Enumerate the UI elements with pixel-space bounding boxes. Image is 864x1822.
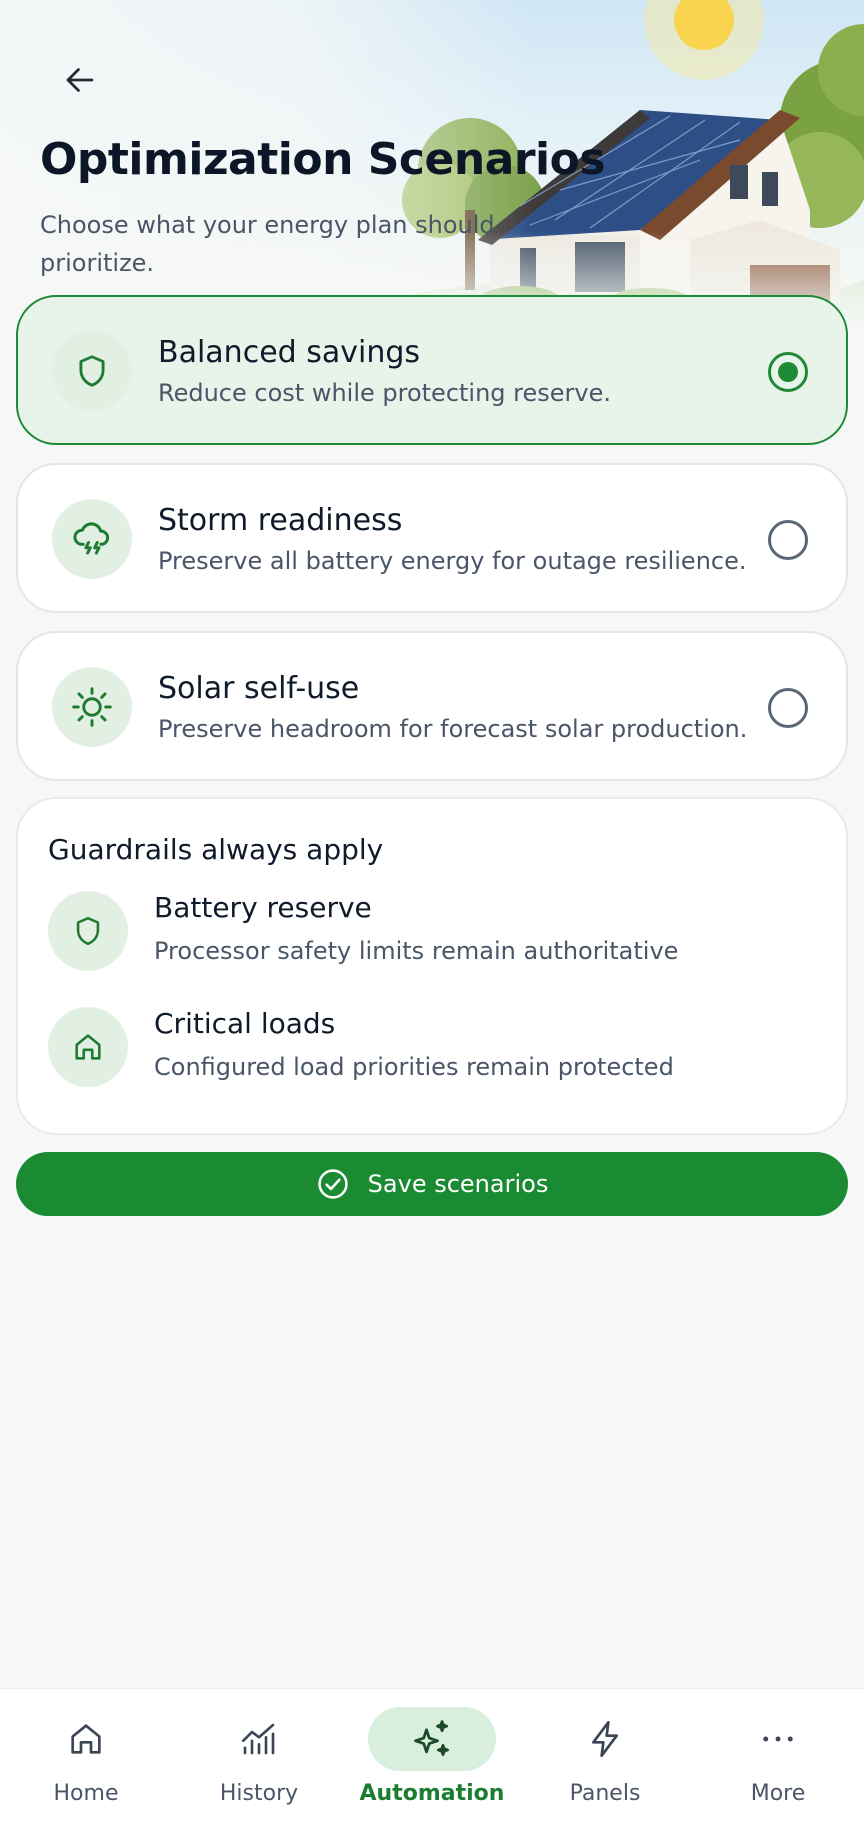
save-scenarios-button[interactable]: Save scenarios: [16, 1152, 848, 1216]
scenario-description: Reduce cost while protecting reserve.: [158, 379, 612, 407]
shield-icon: [48, 891, 128, 971]
nav-home[interactable]: Home: [0, 1689, 172, 1822]
nav-label: History: [219, 1781, 299, 1806]
scenario-solar-self-use[interactable]: Solar self-use Preserve headroom for for…: [16, 631, 848, 781]
nav-more[interactable]: More: [692, 1689, 864, 1822]
shield-icon: [52, 331, 132, 411]
scenario-storm-readiness[interactable]: Storm readiness Preserve all battery ene…: [16, 463, 848, 613]
nav-label: Panels: [569, 1781, 641, 1806]
chart-icon: [241, 1723, 275, 1755]
scenario-radio[interactable]: [768, 520, 808, 560]
scenario-balanced-savings[interactable]: Balanced savings Reduce cost while prote…: [16, 295, 848, 445]
save-button-label: Save scenarios: [367, 1170, 549, 1198]
scenario-title: Solar self-use: [158, 671, 360, 706]
scenario-radio[interactable]: [768, 688, 808, 728]
scenario-title: Balanced savings: [158, 335, 421, 370]
guardrail-name: Battery reserve: [154, 891, 372, 924]
scenario-description: Preserve headroom for forecast solar pro…: [158, 715, 748, 743]
nav-label: Home: [53, 1781, 119, 1806]
back-button[interactable]: [50, 50, 110, 110]
page-subtitle: Choose what your energy plan should prio…: [40, 211, 495, 277]
home-icon: [48, 1007, 128, 1087]
guardrail-description: Processor safety limits remain authorita…: [154, 937, 679, 965]
nav-panels[interactable]: Panels: [519, 1689, 691, 1822]
guardrail-critical-loads: Critical loads Configured load prioritie…: [48, 1007, 828, 1097]
nav-automation[interactable]: Automation: [346, 1689, 518, 1822]
scenario-radio[interactable]: [768, 352, 808, 392]
guardrail-battery-reserve: Battery reserve Processor safety limits …: [48, 891, 828, 981]
page-title: Optimization Scenarios: [40, 134, 606, 185]
lightning-icon: [592, 1721, 618, 1757]
guardrails-card: Guardrails always apply Battery reserve …: [16, 797, 848, 1135]
home-icon: [71, 1724, 101, 1754]
scenario-title: Storm readiness: [158, 503, 403, 538]
guardrails-title: Guardrails always apply: [48, 833, 384, 866]
scenario-description: Preserve all battery energy for outage r…: [158, 547, 747, 575]
bottom-nav: Home History Automation Panels More: [0, 1688, 864, 1822]
nav-label: Automation: [359, 1781, 505, 1806]
sun-icon: [52, 667, 132, 747]
check-circle-icon: [317, 1169, 348, 1199]
nav-history[interactable]: History: [173, 1689, 345, 1822]
nav-label: More: [750, 1781, 806, 1806]
arrow-left-icon: [66, 68, 94, 92]
guardrail-description: Configured load priorities remain protec…: [154, 1053, 674, 1081]
guardrail-name: Critical loads: [154, 1007, 336, 1040]
storm-cloud-icon: [52, 499, 132, 579]
sparkle-icon: [414, 1720, 449, 1756]
more-icon: [763, 1736, 793, 1742]
